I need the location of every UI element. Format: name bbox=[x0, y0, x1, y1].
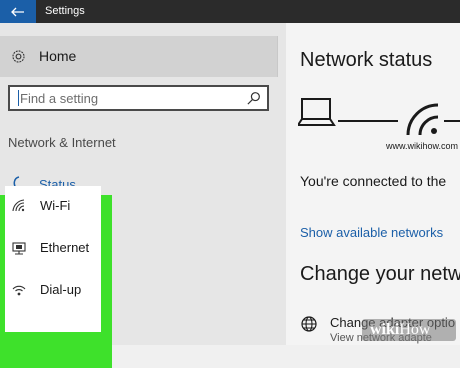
sidebar-item-wifi[interactable]: Wi-Fi bbox=[5, 186, 101, 226]
sidebar-item-home[interactable]: Home bbox=[0, 36, 278, 77]
wifi-icon bbox=[12, 199, 25, 212]
sidebar-item-label: Ethernet bbox=[40, 240, 90, 255]
ethernet-icon bbox=[12, 242, 26, 255]
title-bar: Settings bbox=[0, 0, 460, 23]
sidebar-item-label: Home bbox=[39, 48, 77, 64]
laptop-icon bbox=[298, 98, 336, 126]
show-networks-link[interactable]: Show available networks bbox=[300, 225, 443, 240]
page-title: Network status bbox=[300, 49, 433, 71]
sidebar-item-ethernet[interactable]: Ethernet bbox=[5, 228, 101, 268]
section-title: Network & Internet bbox=[8, 135, 116, 150]
main-content: Network status www.wikihow.com You're co… bbox=[286, 23, 460, 345]
main-pane: Network status www.wikihow.com You're co… bbox=[286, 23, 460, 345]
back-arrow-icon bbox=[11, 7, 24, 16]
sidebar-item-dialup[interactable]: Dial-up bbox=[5, 270, 101, 310]
connection-status-text: You're connected to the bbox=[300, 173, 447, 189]
window-title: Settings bbox=[45, 5, 85, 17]
search-input[interactable] bbox=[10, 87, 250, 109]
section-heading: Change your netw bbox=[300, 263, 460, 285]
search-icon[interactable] bbox=[246, 91, 261, 106]
watermark-text: wikiHow bbox=[370, 321, 431, 338]
watermark: wikiHow bbox=[362, 319, 456, 341]
sidebar-item-label: Dial-up bbox=[40, 282, 82, 297]
diagram-caption: www.wikihow.com bbox=[386, 141, 459, 151]
gear-icon bbox=[12, 50, 25, 63]
back-button[interactable] bbox=[0, 0, 36, 23]
wifi-signal-icon bbox=[406, 103, 439, 136]
nav-list: Wi-Fi Ethernet Dial-up bbox=[5, 186, 101, 332]
globe-icon bbox=[301, 316, 317, 332]
dialup-icon bbox=[12, 285, 26, 296]
search-box[interactable] bbox=[8, 85, 269, 111]
sidebar-item-label: Wi-Fi bbox=[40, 198, 71, 213]
network-diagram bbox=[298, 98, 460, 136]
